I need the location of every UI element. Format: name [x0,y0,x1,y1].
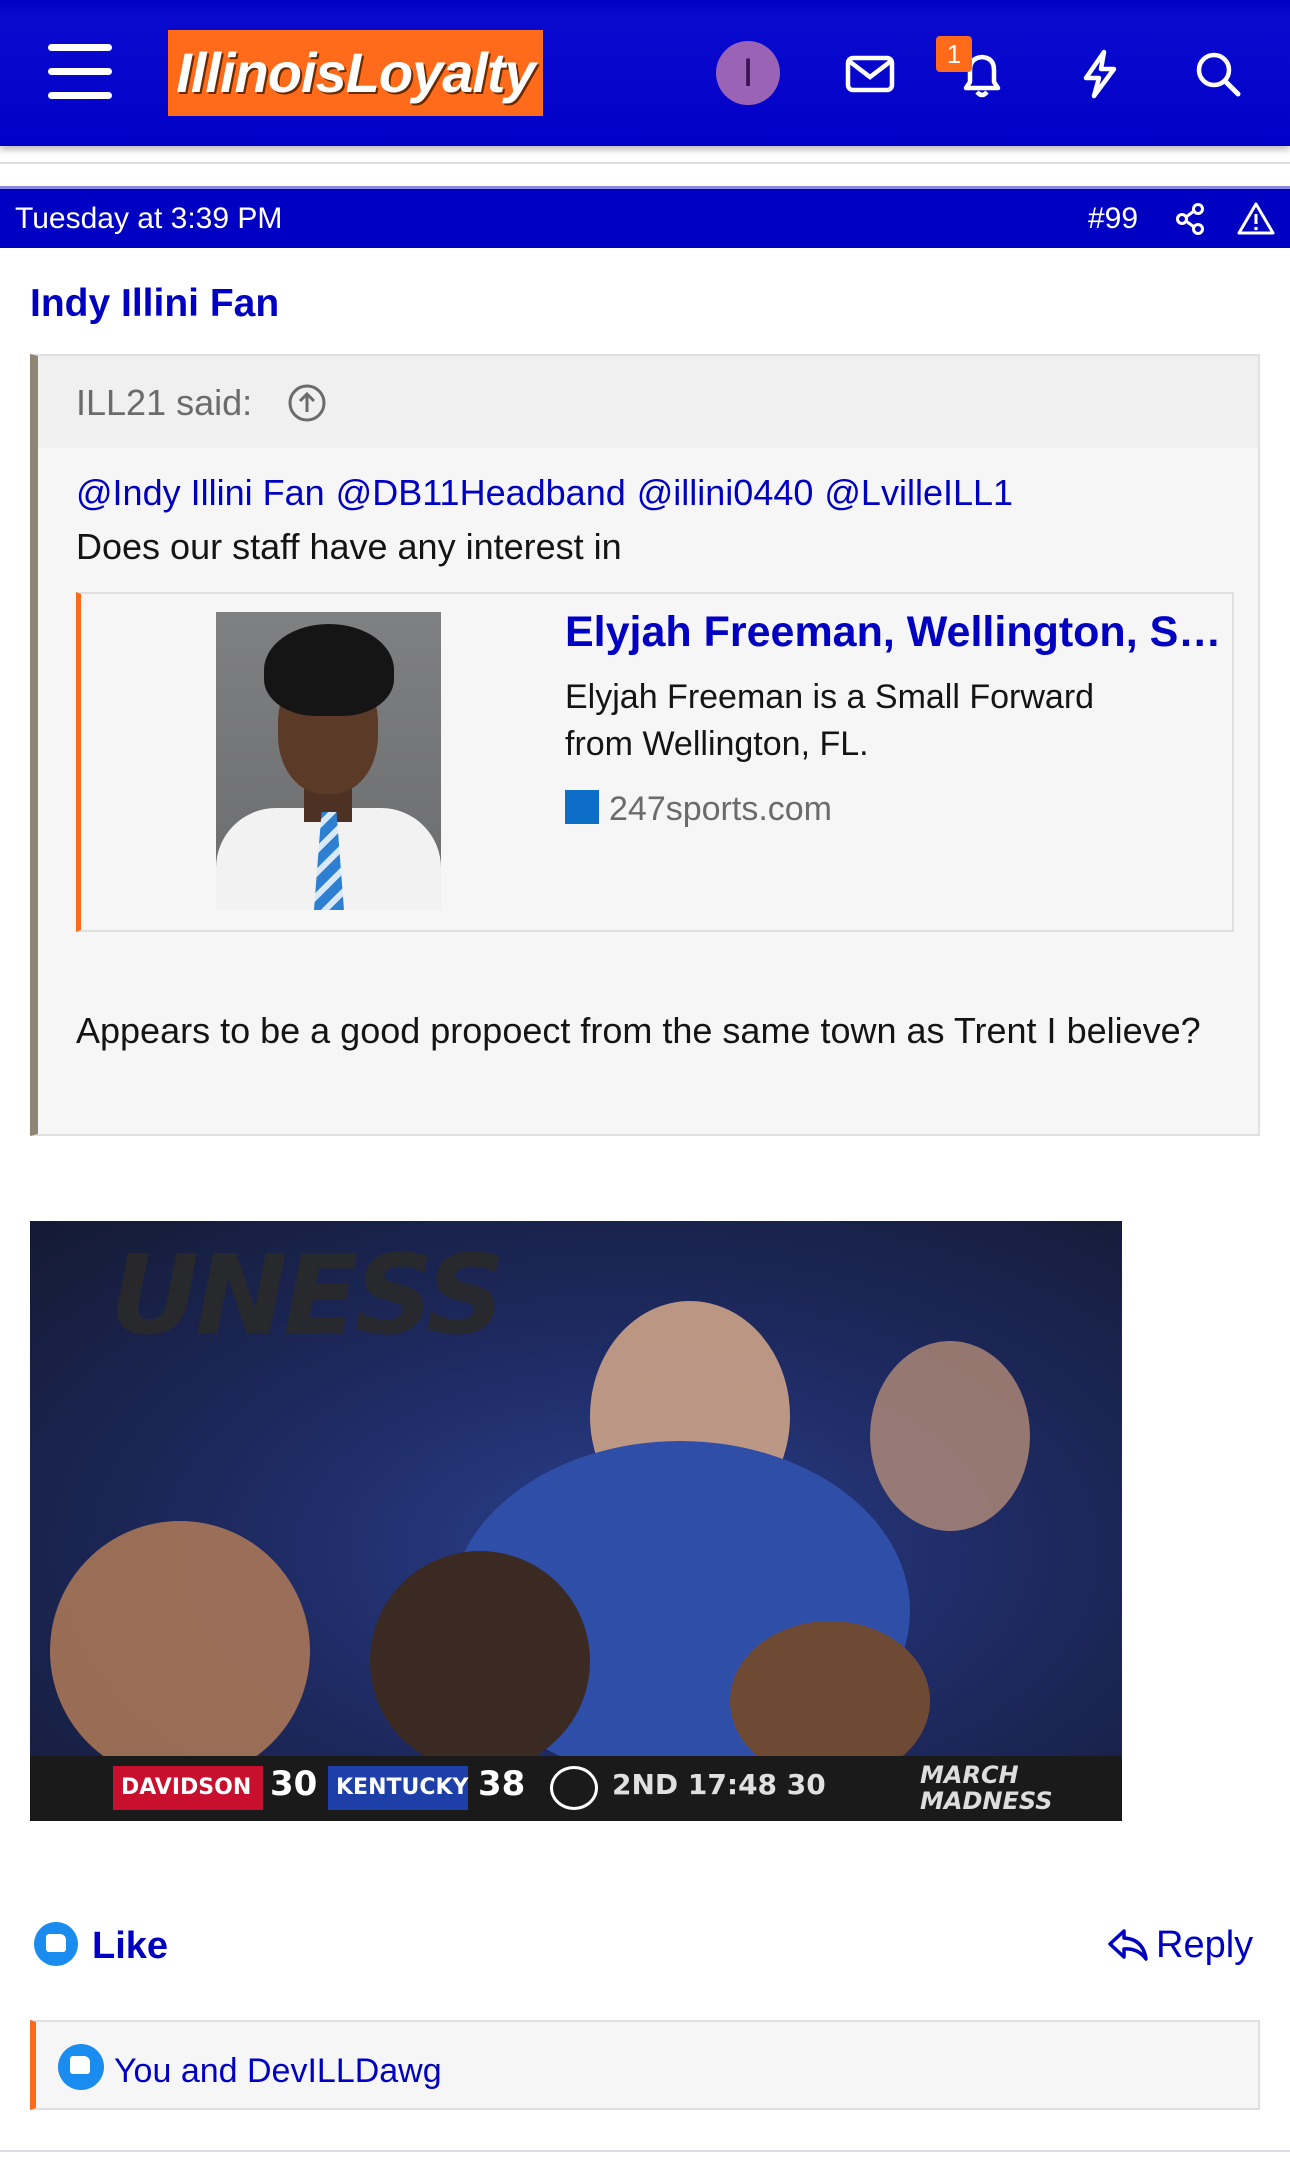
site-logo[interactable]: IllinoisLoyalty [168,30,543,116]
menu-icon[interactable] [48,44,112,100]
team-score: 38 [478,1764,526,1804]
reaction-users[interactable]: You and DevILLDawg [114,2052,442,2090]
report-warning-icon[interactable] [1236,199,1276,239]
post-number[interactable]: #99 [1088,202,1138,236]
link-preview-source: 247sports.com [565,790,832,829]
like-button[interactable]: Like [34,1922,168,1968]
quote-header: ILL21 said: [38,356,1258,448]
quote-attribution: ILL21 said: [76,382,253,423]
mail-icon[interactable] [832,36,908,112]
mention-link[interactable]: @LvilleILL1 [824,472,1013,513]
post-author[interactable]: Indy Illini Fan [30,282,279,326]
arrow-up-circle-icon[interactable] [286,382,328,424]
post-timestamp[interactable]: Tuesday at 3:39 PM [15,202,282,236]
march-madness-logo: MARCH MADNESS [920,1761,1053,1815]
like-label: Like [92,1925,169,1967]
lightning-icon[interactable] [1062,36,1138,112]
embedded-gif[interactable]: UNESS DAVIDSON 30 KENTUCKY 38 2ND 17:48 … [30,1221,1122,1821]
link-preview-card[interactable]: Elyjah Freeman, Wellington, Small Forwar… [76,592,1234,932]
mention-link[interactable]: @DB11Headband [336,472,626,513]
post-header-bar: Tuesday at 3:39 PM #99 [0,186,1290,248]
link-preview-description: Elyjah Freeman is a Small Forward from W… [565,678,1095,763]
thumbs-up-icon [58,2044,104,2090]
game-clock: 2ND 17:48 30 [612,1768,826,1801]
top-navigation-bar: IllinoisLoyalty I 1 [0,0,1290,146]
cbs-eye-icon [550,1766,598,1810]
site-favicon-icon [565,790,599,824]
game-scoreboard: DAVIDSON 30 KENTUCKY 38 2ND 17:48 30 MAR… [30,1756,1122,1821]
notification-badge: 1 [936,36,972,72]
player-photo [216,612,441,910]
reply-label: Reply [1156,1924,1254,1966]
mention-link[interactable]: @illini0440 [637,472,814,513]
link-preview-title[interactable]: Elyjah Freeman, Wellington, Small Forwar… [565,608,1225,657]
reply-arrow-icon [1108,1929,1148,1961]
mention-link[interactable]: @Indy Illini Fan [76,472,325,513]
quote-text: Does our staff have any interest in [76,526,622,567]
quote-block: ILL21 said: @Indy Illini Fan @DB11Headban… [30,354,1260,1136]
divider [0,2150,1290,2152]
team-name: KENTUCKY [328,1766,468,1810]
share-icon[interactable] [1170,199,1210,239]
search-icon[interactable] [1180,36,1256,112]
user-avatar[interactable]: I [716,41,780,105]
thumbs-up-icon [34,1922,78,1966]
quote-body-text: Appears to be a good propoect from the s… [76,1010,1201,1051]
mention-list: @Indy Illini Fan @DB11Headband @illini0440… [76,472,1024,514]
reply-button[interactable]: Reply [1106,1924,1253,1967]
reaction-summary[interactable]: You and DevILLDawg [30,2020,1260,2110]
team-score: 30 [270,1764,318,1804]
divider [0,162,1290,164]
link-preview-domain: 247sports.com [609,790,832,828]
team-name: DAVIDSON [113,1766,263,1810]
